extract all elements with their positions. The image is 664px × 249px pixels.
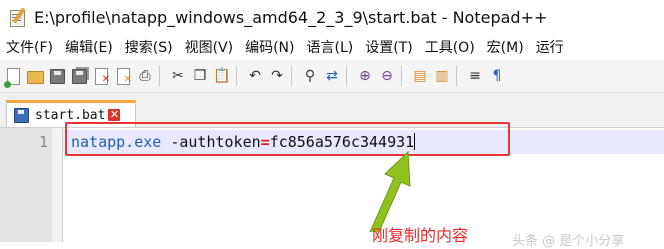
zoom-out-icon[interactable]: ⊖ (378, 67, 396, 85)
open-folder-icon[interactable] (26, 67, 44, 85)
fold-margin (52, 128, 62, 242)
annotation-label: 刚复制的内容 (372, 226, 469, 245)
menu-search[interactable]: 搜索(S) (119, 37, 179, 57)
annotation-arrow-icon (369, 150, 411, 232)
save-all-icon[interactable] (70, 67, 88, 85)
tab-label: start.bat (35, 107, 106, 123)
toolbar-separator (456, 66, 457, 86)
print-icon[interactable]: ⎙ (136, 67, 154, 85)
menu-tools[interactable]: 工具(O) (419, 37, 481, 57)
toolbar-separator (291, 66, 292, 86)
word-wrap-icon[interactable]: ≡ (466, 67, 484, 85)
find-icon[interactable]: ⚲ (301, 67, 319, 85)
menu-bar: 文件(F) 编辑(E) 搜索(S) 视图(V) 编码(N) 语言(L) 设置(T… (0, 34, 664, 60)
menu-language[interactable]: 语言(L) (301, 37, 360, 57)
close-all-icon[interactable]: ✕ (114, 67, 132, 85)
show-all-chars-icon[interactable]: ¶ (488, 67, 506, 85)
notepad-plus-plus-icon (8, 7, 28, 27)
menu-settings[interactable]: 设置(T) (359, 37, 418, 57)
window-title: E:\profile\natapp_windows_amd64_2_3_9\st… (34, 7, 548, 27)
watermark-text: 头条 @ 是个小分享 (512, 234, 625, 249)
zoom-in-icon[interactable]: ⊕ (356, 67, 374, 85)
tab-close-icon[interactable]: ✕ (108, 109, 121, 121)
redo-icon[interactable]: ↷ (268, 67, 286, 85)
cut-icon[interactable]: ✂ (169, 67, 187, 85)
save-icon[interactable] (48, 67, 66, 85)
toolbar-separator (346, 66, 347, 86)
sync-vertical-icon[interactable]: ▤ (411, 67, 429, 85)
undo-icon[interactable]: ↶ (246, 67, 264, 85)
menu-macro[interactable]: 宏(M) (481, 37, 530, 57)
copy-icon[interactable]: ❐ (191, 67, 209, 85)
sync-horizontal-icon[interactable]: ▥ (433, 67, 451, 85)
menu-view[interactable]: 视图(V) (179, 37, 240, 57)
line-number: 1 (38, 133, 48, 151)
menu-edit[interactable]: 编辑(E) (59, 37, 119, 57)
paste-icon[interactable]: 📋 (213, 67, 231, 85)
toolbar-separator (401, 66, 402, 86)
new-file-icon[interactable] (4, 67, 22, 88)
close-icon[interactable]: ✕ (92, 67, 110, 85)
saved-file-icon (14, 107, 29, 123)
toolbar-separator (159, 66, 160, 86)
annotation-highlight-box (65, 122, 510, 156)
menu-file[interactable]: 文件(F) (0, 37, 59, 57)
menu-encoding[interactable]: 编码(N) (239, 37, 300, 57)
toolbar: ✕ ✕ ⎙ ✂ ❐ 📋 ↶ ↷ ⚲ ⇄ ⊕ ⊖ ▤ ▥ ≡ ¶ (0, 60, 664, 93)
toolbar-separator (236, 66, 237, 86)
line-number-gutter: 1 (0, 128, 63, 242)
title-bar: E:\profile\natapp_windows_amd64_2_3_9\st… (0, 0, 664, 34)
replace-icon[interactable]: ⇄ (323, 67, 341, 85)
menu-run[interactable]: 运行 (530, 37, 570, 57)
